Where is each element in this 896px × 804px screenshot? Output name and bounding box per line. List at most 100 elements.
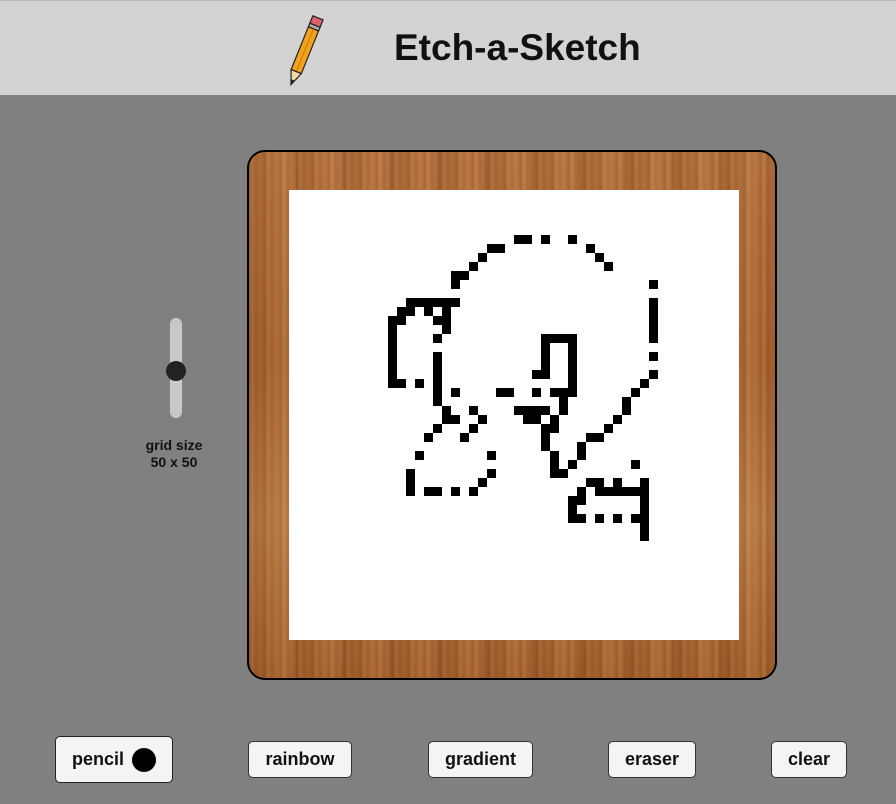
pixel-cell[interactable] bbox=[532, 415, 541, 424]
pixel-cell[interactable] bbox=[388, 325, 397, 334]
pixel-cell[interactable] bbox=[604, 262, 613, 271]
pixel-cell[interactable] bbox=[649, 352, 658, 361]
pixel-cell[interactable] bbox=[397, 379, 406, 388]
pixel-cell[interactable] bbox=[613, 487, 622, 496]
pixel-cell[interactable] bbox=[442, 298, 451, 307]
pixel-cell[interactable] bbox=[649, 307, 658, 316]
pixel-cell[interactable] bbox=[577, 496, 586, 505]
pencil-button[interactable]: pencil bbox=[55, 736, 173, 783]
pixel-cell[interactable] bbox=[577, 451, 586, 460]
pixel-cell[interactable] bbox=[541, 424, 550, 433]
pixel-cell[interactable] bbox=[640, 487, 649, 496]
pixel-cell[interactable] bbox=[451, 280, 460, 289]
pixel-cell[interactable] bbox=[487, 469, 496, 478]
pixel-cell[interactable] bbox=[568, 235, 577, 244]
pixel-cell[interactable] bbox=[415, 298, 424, 307]
pixel-cell[interactable] bbox=[451, 487, 460, 496]
pixel-cell[interactable] bbox=[649, 370, 658, 379]
pixel-cell[interactable] bbox=[469, 406, 478, 415]
pixel-cell[interactable] bbox=[550, 415, 559, 424]
pixel-cell[interactable] bbox=[487, 451, 496, 460]
pixel-cell[interactable] bbox=[406, 469, 415, 478]
pixel-cell[interactable] bbox=[451, 415, 460, 424]
pixel-cell[interactable] bbox=[406, 478, 415, 487]
pixel-cell[interactable] bbox=[595, 514, 604, 523]
pixel-cell[interactable] bbox=[577, 487, 586, 496]
pixel-cell[interactable] bbox=[550, 388, 559, 397]
pixel-cell[interactable] bbox=[550, 424, 559, 433]
pixel-cell[interactable] bbox=[595, 478, 604, 487]
pixel-cell[interactable] bbox=[640, 514, 649, 523]
pixel-cell[interactable] bbox=[568, 388, 577, 397]
pixel-cell[interactable] bbox=[631, 460, 640, 469]
pixel-cell[interactable] bbox=[613, 514, 622, 523]
pixel-cell[interactable] bbox=[541, 442, 550, 451]
pixel-cell[interactable] bbox=[649, 316, 658, 325]
pixel-cell[interactable] bbox=[568, 370, 577, 379]
pixel-cell[interactable] bbox=[433, 352, 442, 361]
pixel-cell[interactable] bbox=[388, 370, 397, 379]
pixel-cell[interactable] bbox=[622, 397, 631, 406]
pixel-cell[interactable] bbox=[388, 379, 397, 388]
pixel-cell[interactable] bbox=[631, 388, 640, 397]
pixel-cell[interactable] bbox=[568, 361, 577, 370]
pixel-cell[interactable] bbox=[478, 415, 487, 424]
pixel-cell[interactable] bbox=[550, 469, 559, 478]
pixel-cell[interactable] bbox=[469, 424, 478, 433]
pixel-cell[interactable] bbox=[415, 451, 424, 460]
pixel-cell[interactable] bbox=[433, 487, 442, 496]
pixel-cell[interactable] bbox=[559, 469, 568, 478]
pixel-cell[interactable] bbox=[640, 505, 649, 514]
pixel-cell[interactable] bbox=[559, 406, 568, 415]
pixel-cell[interactable] bbox=[595, 487, 604, 496]
pixel-cell[interactable] bbox=[649, 325, 658, 334]
pixel-cell[interactable] bbox=[532, 406, 541, 415]
pixel-cell[interactable] bbox=[433, 334, 442, 343]
pixel-cell[interactable] bbox=[550, 334, 559, 343]
pixel-cell[interactable] bbox=[514, 235, 523, 244]
pixel-cell[interactable] bbox=[577, 442, 586, 451]
slider-thumb[interactable] bbox=[166, 361, 186, 381]
pixel-cell[interactable] bbox=[442, 415, 451, 424]
pixel-cell[interactable] bbox=[586, 244, 595, 253]
pixel-cell[interactable] bbox=[622, 406, 631, 415]
pixel-cell[interactable] bbox=[586, 433, 595, 442]
pixel-cell[interactable] bbox=[460, 271, 469, 280]
eraser-button[interactable]: eraser bbox=[608, 741, 696, 778]
pixel-cell[interactable] bbox=[469, 487, 478, 496]
pixel-cell[interactable] bbox=[496, 388, 505, 397]
pixel-cell[interactable] bbox=[595, 433, 604, 442]
drawing-canvas[interactable] bbox=[289, 190, 739, 640]
pixel-cell[interactable] bbox=[613, 478, 622, 487]
pixel-cell[interactable] bbox=[424, 433, 433, 442]
pixel-cell[interactable] bbox=[478, 253, 487, 262]
pixel-cell[interactable] bbox=[640, 523, 649, 532]
pixel-cell[interactable] bbox=[478, 478, 487, 487]
pixel-cell[interactable] bbox=[532, 370, 541, 379]
pixel-cell[interactable] bbox=[568, 514, 577, 523]
pixel-cell[interactable] bbox=[631, 514, 640, 523]
pixel-cell[interactable] bbox=[541, 334, 550, 343]
pixel-cell[interactable] bbox=[541, 406, 550, 415]
pixel-cell[interactable] bbox=[451, 388, 460, 397]
clear-button[interactable]: clear bbox=[771, 741, 847, 778]
pixel-cell[interactable] bbox=[622, 487, 631, 496]
pixel-cell[interactable] bbox=[460, 433, 469, 442]
pixel-cell[interactable] bbox=[424, 487, 433, 496]
pixel-cell[interactable] bbox=[433, 370, 442, 379]
pixel-cell[interactable] bbox=[442, 406, 451, 415]
pixel-cell[interactable] bbox=[496, 244, 505, 253]
pixel-cell[interactable] bbox=[424, 298, 433, 307]
pixel-cell[interactable] bbox=[568, 496, 577, 505]
pixel-cell[interactable] bbox=[442, 307, 451, 316]
pixel-cell[interactable] bbox=[388, 352, 397, 361]
pixel-cell[interactable] bbox=[388, 343, 397, 352]
pixel-cell[interactable] bbox=[649, 334, 658, 343]
pixel-cell[interactable] bbox=[406, 298, 415, 307]
pixel-cell[interactable] bbox=[586, 478, 595, 487]
pixel-cell[interactable] bbox=[568, 343, 577, 352]
pixel-cell[interactable] bbox=[397, 316, 406, 325]
pixel-cell[interactable] bbox=[559, 334, 568, 343]
pixel-cell[interactable] bbox=[550, 460, 559, 469]
pixel-cell[interactable] bbox=[631, 487, 640, 496]
